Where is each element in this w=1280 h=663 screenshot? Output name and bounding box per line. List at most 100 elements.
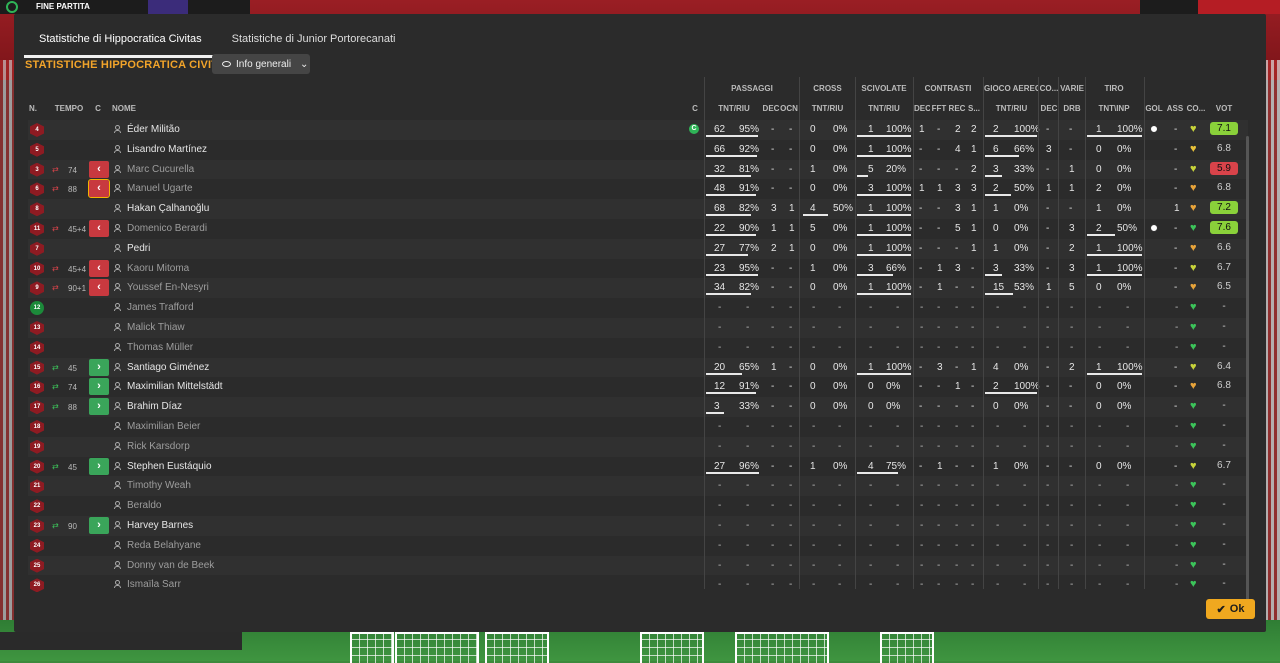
shirt-number-badge: 23 — [30, 519, 44, 533]
tab-home-stats[interactable]: Statistiche di Hippocratica Civitas — [24, 28, 217, 58]
col-pass-tnt[interactable]: TNT/RIU — [706, 104, 762, 113]
col-drb[interactable]: DRB — [1059, 104, 1085, 113]
column-divider — [1038, 77, 1039, 589]
table-row[interactable]: 9 ⇄ 90+1 ‹ Youssef En-Nesyri 34 82% - -0 0% 1 100% -… — [28, 278, 1248, 299]
chevron-right-icon[interactable]: › — [89, 358, 109, 376]
table-row[interactable]: 7 Pedri 27 77% 2 1 0 0% 1 100% - - -1 1 0% -2 1 100% - ♥ 6.6 — [28, 238, 1248, 259]
empty-cell: - — [812, 520, 816, 531]
table-row[interactable]: 16 ⇄ 74 › Maximilian Mittelstädt 12 91% - -0 0% 0 0… — [28, 377, 1248, 397]
condition-heart-icon: ♥ — [1190, 479, 1197, 492]
col-tempo[interactable]: TEMPO — [54, 104, 84, 113]
table-row[interactable]: 3 ⇄ 74 ‹ Marc Cucurella 32 81% - -1 0% 5 20% - - -2 3 33… — [28, 159, 1248, 180]
col-con-rec[interactable]: REC — [948, 104, 966, 113]
con-s: - — [971, 401, 975, 413]
table-row[interactable]: 15 ⇄ 45 › Santiago Giménez 20 65% 1-0 0% 1 100% -3-… — [28, 357, 1248, 378]
table-row[interactable]: 12 James Trafford - - - - - - - - - - - - - - - - - - - ♥ - — [28, 298, 1248, 318]
col-tiro[interactable]: TNT\INP — [1086, 104, 1142, 113]
con-dec: 1 — [919, 183, 925, 195]
rating: - — [1222, 321, 1226, 332]
tab-away-stats[interactable]: Statistiche di Junior Portorecanati — [217, 28, 411, 54]
col-c[interactable]: C — [92, 104, 104, 113]
empty-cell: - — [1126, 302, 1130, 314]
empty-cell: - — [746, 440, 750, 452]
player-name: Harvey Barnes — [127, 520, 194, 531]
empty-cell: - — [896, 500, 900, 512]
chevron-left-icon[interactable]: ‹ — [89, 220, 109, 237]
col-aer-tnt[interactable]: TNT/RIU — [984, 104, 1039, 113]
col-n[interactable]: N. — [28, 104, 38, 113]
table-row[interactable]: 5 Lisandro Martínez 66 92% - -0 0% 1 100% - -4 1 6 66… — [28, 140, 1248, 160]
tackle-bar — [857, 174, 868, 177]
col-vot[interactable]: VOT — [1210, 104, 1238, 113]
table-row[interactable]: 23 ⇄ 90 › Harvey Barnes - - - - - - - - - - - - - - - - - - - ♥ - — [28, 516, 1248, 536]
shirt-number-badge: 26 — [30, 578, 44, 593]
col-gol[interactable]: GOL — [1145, 104, 1163, 113]
condition-heart-icon: ♥ — [1190, 420, 1197, 432]
table-row[interactable]: 6 ⇄ 88 ‹ Manuel Ugarte 48 91% - -0 0% 3 100% 1 1 3 3 2 50… — [28, 179, 1248, 199]
table-row[interactable]: 10 ⇄ 45+4 ‹ Kaoru Mitoma 23 95% - -1 0% 3 66% -1 3-3 3… — [28, 259, 1248, 279]
col-pass-ocn[interactable]: OCN — [780, 104, 798, 113]
pass-ocn: - — [789, 282, 793, 294]
empty-cell: - — [1098, 520, 1102, 531]
chevron-right-icon[interactable]: › — [89, 398, 109, 416]
empty-cell: - — [920, 440, 924, 452]
empty-cell: - — [838, 341, 842, 353]
col-con-s[interactable]: S... — [967, 104, 981, 113]
col-cross-tnt[interactable]: TNT/RIU — [800, 104, 855, 113]
empty-cell: - — [1023, 500, 1027, 512]
col-con-fft[interactable]: FFT — [931, 104, 947, 113]
table-row[interactable]: 18 Maximilian Beier - - - - - - - - - - - - - - - - - - - ♥ - — [28, 417, 1248, 437]
scrollbar[interactable] — [1246, 136, 1249, 606]
table-row[interactable]: 20 ⇄ 45 › Stephen Eustáquio 27 96% - -1 0% 4 75% -1-… — [28, 457, 1248, 477]
pass-pct: 82% — [739, 203, 760, 215]
col-ass[interactable]: ASS — [1166, 104, 1184, 113]
table-row[interactable]: 4 Éder Militão C 62 95% - -0 0% 1 100% 1-2 2 2 100% - -… — [28, 120, 1248, 140]
chevron-right-icon[interactable]: › — [89, 457, 109, 475]
chevron-left-icon[interactable]: ‹ — [89, 160, 109, 178]
table-row[interactable]: 22 Beraldo - - - - - - - - - - - - - - - - - - - ♥ - — [28, 496, 1248, 516]
rating: 6.7 — [1217, 459, 1231, 471]
table-row[interactable]: 17 ⇄ 88 › Brahim Díaz 3 33% - -0 0% 0 0% - - - -0 0% - -0 0… — [28, 397, 1248, 417]
empty-cell: - — [1070, 440, 1074, 452]
pass-attempts: 48 — [714, 183, 726, 195]
ok-button[interactable]: ✔ Ok — [1206, 599, 1255, 619]
empty-cell: - — [896, 480, 900, 492]
dribbles: 5 — [1069, 282, 1075, 294]
col-pass-dec[interactable]: DEC — [762, 104, 780, 113]
chevron-right-icon[interactable]: › — [89, 517, 109, 534]
table-row[interactable]: 26 Ismaïla Sarr - - - - - - - - - - - - - - - - - - - ♥ - — [28, 575, 1248, 595]
col-sciv-tnt[interactable]: TNT/RIU — [856, 104, 912, 113]
shirt-number-badge: 15 — [30, 360, 44, 375]
empty-cell: - — [1070, 579, 1074, 591]
col-captain[interactable]: C — [691, 104, 699, 113]
empty-cell: - — [937, 421, 941, 432]
condition-heart-icon: ♥ — [1190, 519, 1197, 531]
pass-ocn: - — [789, 183, 793, 195]
col-cond[interactable]: CO... — [1186, 104, 1206, 113]
table-row[interactable]: 8 Hakan Çalhanoğlu 68 82% 3 1 4 50% 1 100% - -3 1 1 0%… — [28, 199, 1248, 219]
table-row[interactable]: 24 Reda Belahyane - - - - - - - - - - - - - - - - - - - ♥ - — [28, 536, 1248, 556]
table-row[interactable]: 21 Timothy Weah - - - - - - - - - - - - - - - - - - - ♥ - — [28, 476, 1248, 497]
col-nome[interactable]: NOME — [112, 104, 142, 113]
chevron-left-icon[interactable]: ‹ — [89, 259, 109, 277]
col-con-dec[interactable]: DEC — [914, 104, 930, 113]
chevron-left-icon[interactable]: ‹ — [88, 179, 110, 199]
pass-dec: - — [771, 262, 775, 274]
table-row[interactable]: 19 Rick Karsdorp - - - - - - - - - - - - - - - - - - - ♥ - — [28, 436, 1248, 457]
chevron-left-icon[interactable]: ‹ — [89, 279, 109, 297]
cross-pct: 0% — [833, 282, 848, 294]
table-row[interactable]: 25 Donny van de Beek - - - - - - - - - - - - - - - - - - - ♥ - — [28, 555, 1248, 576]
top-right-button[interactable] — [1198, 0, 1280, 14]
assists: - — [1174, 361, 1178, 373]
shirt-number-badge: 18 — [30, 420, 44, 434]
tackle-pct: 100% — [886, 242, 912, 254]
chevron-right-icon[interactable]: › — [89, 378, 109, 396]
shirt-number-badge: 20 — [30, 459, 44, 474]
table-row[interactable]: 14 Thomas Müller - - - - - - - - - - - - - - - - - - - ♥ - — [28, 338, 1248, 358]
table-row[interactable]: 13 Malick Thiaw - - - - - - - - - - - - - - - - - - - ♥ - — [28, 318, 1248, 338]
empty-cell: - — [920, 341, 924, 353]
view-dropdown[interactable]: Info generali ⌄ — [212, 54, 310, 74]
table-row[interactable]: 11 ⇄ 45+4 ‹ Domenico Berardi 22 90% 1 1 5 0% 1 100% -… — [28, 219, 1248, 239]
header-cross: CROSS — [813, 84, 842, 93]
col-co-dec[interactable]: DEC — [1039, 104, 1059, 113]
